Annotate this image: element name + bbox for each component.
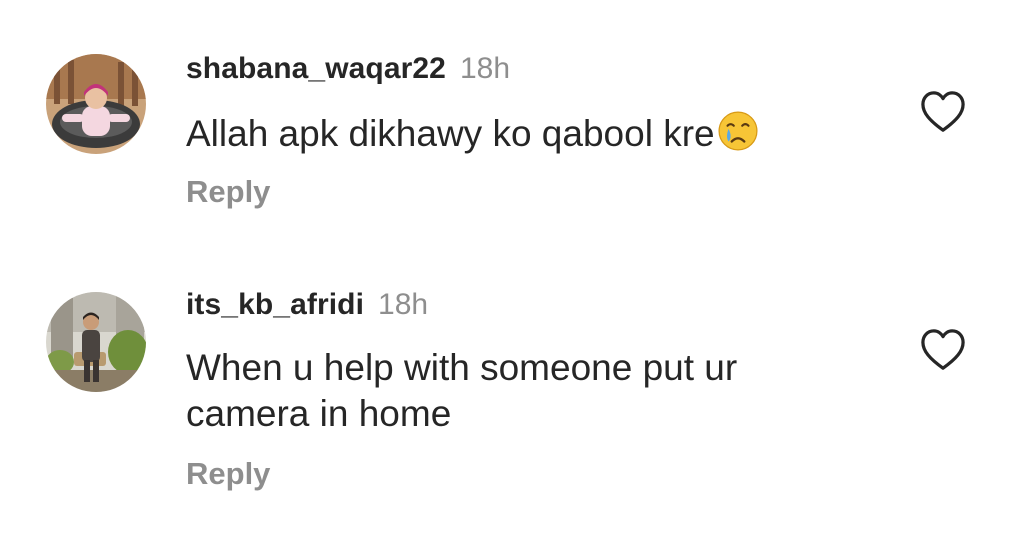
comment-item: shabana_waqar22 18h Allah apk dikhawy ko… (0, 0, 1024, 260)
avatar[interactable] (46, 54, 146, 154)
comment-text-content: When u help with someone put ur camera i… (186, 347, 738, 434)
comment-item: its_kb_afridi 18h When u help with someo… (0, 260, 1024, 539)
timestamp: 18h (378, 288, 429, 321)
comment-text-content: Allah apk dikhawy ko qabool kre (186, 113, 715, 154)
username[interactable]: shabana_waqar22 (186, 52, 446, 86)
heart-outline-icon (921, 329, 965, 370)
timestamp: 18h (459, 52, 511, 85)
comment-header: its_kb_afridi 18h (186, 288, 428, 322)
reply-button[interactable]: Reply (186, 456, 270, 492)
avatar-image (46, 54, 146, 154)
reply-button[interactable]: Reply (186, 174, 270, 210)
comment-text: Allah apk dikhawy ko qabool kre (186, 110, 826, 157)
avatar[interactable] (46, 292, 146, 392)
username[interactable]: its_kb_afridi (186, 288, 364, 322)
like-button[interactable] (920, 328, 966, 372)
avatar-image (46, 292, 146, 392)
comment-header: shabana_waqar22 18h (186, 52, 510, 86)
like-button[interactable] (920, 90, 966, 134)
crying-face-emoji (718, 111, 758, 151)
comment-text: When u help with someone put ur camera i… (186, 345, 786, 437)
heart-outline-icon (921, 91, 965, 132)
